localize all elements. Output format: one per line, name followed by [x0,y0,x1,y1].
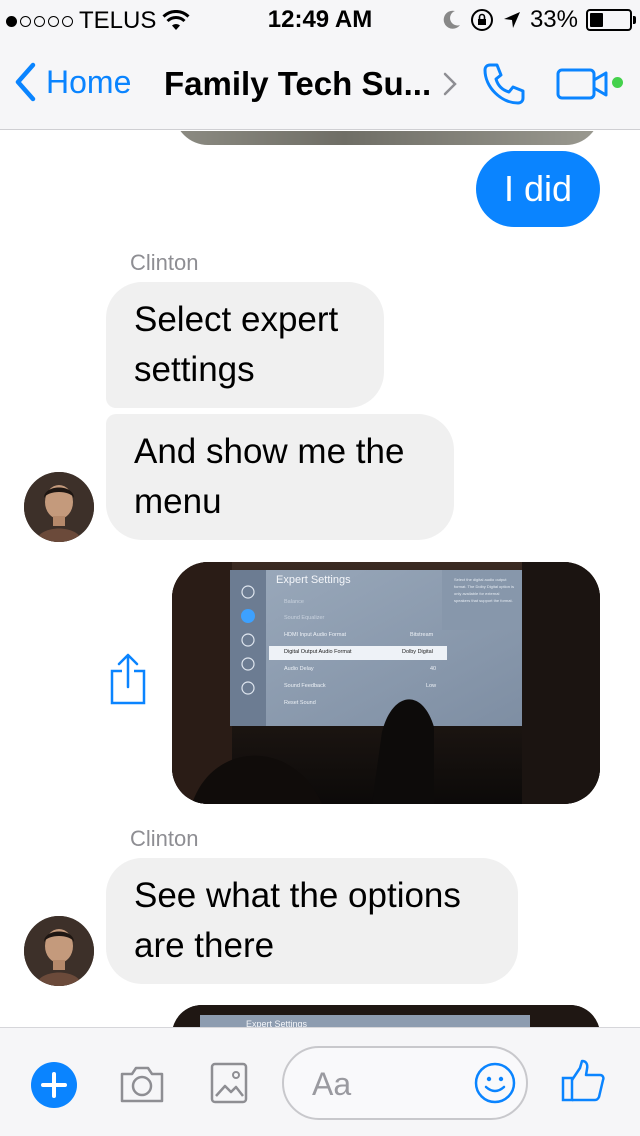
composer-bar: Aa [0,1027,640,1136]
sent-message-bubble[interactable]: I did [475,151,600,227]
camera-icon[interactable] [118,1064,166,1104]
avatar-image [24,472,94,542]
shared-photo-partial-bottom[interactable]: Expert Settings [172,1005,600,1027]
sender-name: Clinton [130,826,199,851]
shared-photo-partial-top[interactable] [174,131,600,145]
photo-menu-item-label: Sound Feedback [284,683,326,689]
received-message-bubble[interactable]: And show me the menu [106,414,454,540]
add-button[interactable] [31,1062,77,1108]
photo-menu-item-value: 40 [430,666,437,672]
sender-name: Clinton [130,250,199,275]
phone-call-icon[interactable] [480,60,528,108]
photo-menu-item-label: HDMI Input Audio Format [284,632,347,638]
location-icon [503,12,520,28]
photo-menu-item-label: Reset Sound [284,700,316,706]
plus-icon [41,1072,67,1098]
message-input-placeholder: Aa [312,1066,352,1102]
tv-photo [172,562,600,804]
conversation-title-text: Family Tech Su... [164,65,432,102]
status-bar: TELUS 12:49 AM 33% [0,0,640,40]
share-icon[interactable] [108,653,148,707]
avatar[interactable] [24,916,94,986]
chevron-left-icon [15,62,36,102]
message-input[interactable]: Aa [282,1046,528,1120]
chevron-right-icon [443,72,457,96]
status-right-group: 33% [442,6,636,34]
photo-menu-item-value: Bitstream [410,632,434,638]
photo-menu-item-label: Balance [284,599,304,605]
conversation-title[interactable]: Family Tech Su... [164,65,457,103]
received-message-bubble[interactable]: See what the options are there [106,858,518,984]
gallery-icon[interactable] [210,1062,248,1104]
photo-menu-help-text: Select the digital audio output format. … [454,577,514,603]
photo-partial-menu-title: Expert Settings [246,1019,308,1027]
orientation-lock-icon [470,9,493,31]
avatar[interactable] [24,472,94,542]
conversation-header: Home Family Tech Su... [0,40,640,130]
back-label: Home [46,63,132,100]
online-status-dot [612,77,623,88]
battery-percent: 33% [529,6,578,33]
photo-menu-item-label: Audio Delay [284,666,314,672]
thumbs-up-icon[interactable] [560,1058,606,1104]
video-call-icon[interactable] [556,68,612,100]
battery-icon [586,9,636,31]
tv-photo-partial [172,1005,600,1027]
shared-photo[interactable]: Expert Settings Balance Sound Equalizer … [172,562,600,804]
back-button[interactable]: Home [14,62,131,102]
message-list[interactable]: I did Clinton Select expert settings And… [0,131,640,1027]
received-message-bubble[interactable]: Select expert settings [106,282,384,408]
photo-menu-item-value: Dolby Digital [402,649,433,655]
photo-menu-item-label: Sound Equalizer [284,615,325,621]
moon-icon [443,10,460,29]
photo-menu-item-value: Low [426,683,437,689]
photo-menu-title: Expert Settings [276,574,351,586]
avatar-image [24,916,94,986]
photo-menu-item-label: Digital Output Audio Format [284,649,352,655]
emoji-icon[interactable] [474,1062,516,1104]
